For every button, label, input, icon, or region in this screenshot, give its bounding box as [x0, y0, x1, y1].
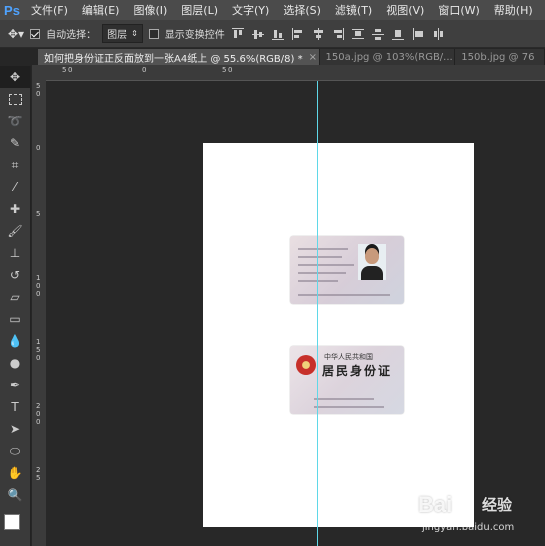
menu-help[interactable]: 帮助(H) [487, 2, 540, 18]
align-bottom-icon[interactable] [271, 27, 285, 41]
align-right-icon[interactable] [331, 27, 345, 41]
tab-150a[interactable]: 150a.jpg @ 103%(RGB/...× [319, 49, 456, 65]
move-tool-icon[interactable]: ✥ [0, 66, 30, 88]
tab-document-a4[interactable]: 如何把身份证正反面放到一张A4纸上 @ 55.6%(RGB/8) * × [38, 49, 320, 65]
color-swatch-icon[interactable] [0, 506, 30, 538]
vertical-guide[interactable] [317, 81, 318, 546]
distribute-hcenter-icon[interactable] [431, 27, 445, 41]
menu-window[interactable]: 窗口(W) [431, 2, 486, 18]
align-hcenter-icon[interactable] [311, 27, 325, 41]
distribute-bottom-icon[interactable] [391, 27, 405, 41]
marquee-tool-icon[interactable] [0, 88, 30, 110]
distribute-top-icon[interactable] [351, 27, 365, 41]
blur-tool-icon[interactable]: 💧 [0, 330, 30, 352]
a4-document[interactable] [203, 143, 474, 527]
align-left-icon[interactable] [291, 27, 305, 41]
show-transform-label: 显示变换控件 [164, 30, 225, 41]
gradient-tool-icon[interactable]: ▭ [0, 308, 30, 330]
show-transform-checkbox[interactable] [148, 28, 159, 39]
menu-type[interactable]: 文字(Y) [225, 2, 276, 18]
tab-150b[interactable]: 150b.jpg @ 76 [455, 49, 545, 65]
pen-tool-icon[interactable]: ✒ [0, 374, 30, 396]
watermark-url: jingyan.baidu.com [422, 522, 515, 533]
document-tabs: 如何把身份证正反面放到一张A4纸上 @ 55.6%(RGB/8) * × 150a… [38, 49, 545, 65]
baidu-watermark: Bai 经验 jingyan.baidu.com [418, 492, 538, 542]
distribute-vcenter-icon[interactable] [371, 27, 385, 41]
id-card-country: 中华人民共和国 [324, 353, 373, 361]
brush-tool-icon[interactable]: 🖌 [0, 220, 30, 242]
eyedropper-tool-icon[interactable]: ⁄ [0, 176, 30, 198]
menu-layer[interactable]: 图层(L) [174, 2, 225, 18]
photoshop-logo: Ps [4, 2, 20, 18]
ruler-top: 5 0 0 5 0 [46, 65, 545, 81]
quick-select-tool-icon[interactable]: ✎ [0, 132, 30, 154]
eraser-tool-icon[interactable]: ▱ [0, 286, 30, 308]
healing-brush-tool-icon[interactable]: ✚ [0, 198, 30, 220]
tools-panel: ✥ ➰ ✎ ⌗ ⁄ ✚ 🖌 ⊥ ↺ ▱ ▭ 💧 ● ✒ T ➤ ⬭ ✋ 🔍 [0, 66, 31, 546]
menu-view[interactable]: 视图(V) [379, 2, 431, 18]
id-card-front[interactable] [290, 236, 404, 304]
national-emblem-icon [296, 355, 316, 375]
id-photo [358, 244, 386, 280]
zoom-tool-icon[interactable]: 🔍 [0, 484, 30, 506]
id-card-title: 居民身份证 [322, 364, 393, 378]
auto-select-checkbox[interactable] [30, 28, 41, 39]
path-select-tool-icon[interactable]: ➤ [0, 418, 30, 440]
hand-tool-icon[interactable]: ✋ [0, 462, 30, 484]
menu-filter[interactable]: 滤镜(T) [328, 2, 379, 18]
clone-stamp-tool-icon[interactable]: ⊥ [0, 242, 30, 264]
ruler-corner [32, 65, 46, 80]
align-top-icon[interactable] [231, 27, 245, 41]
watermark-logo: Bai [418, 492, 453, 517]
history-brush-tool-icon[interactable]: ↺ [0, 264, 30, 286]
id-card-back[interactable]: 中华人民共和国 居民身份证 [290, 346, 404, 414]
auto-select-label: 自动选择： [46, 30, 97, 41]
close-tab-icon[interactable]: × [309, 52, 317, 63]
move-tool-preset-icon[interactable]: ✥▾ [8, 27, 24, 41]
ruler-left: 5 0 0 5 1 0 0 1 5 0 2 0 0 2 5 [32, 80, 47, 546]
crop-tool-icon[interactable]: ⌗ [0, 154, 30, 176]
shape-tool-icon[interactable]: ⬭ [0, 440, 30, 462]
menu-image[interactable]: 图像(I) [126, 2, 174, 18]
menu-file[interactable]: 文件(F) [24, 2, 75, 18]
align-vcenter-icon[interactable] [251, 27, 265, 41]
options-bar: ✥▾ 自动选择： 图层 ⇕ 显示变换控件 [0, 20, 545, 48]
dodge-tool-icon[interactable]: ● [0, 352, 30, 374]
layer-group-select[interactable]: 图层 ⇕ [102, 24, 143, 43]
menu-edit[interactable]: 编辑(E) [75, 2, 127, 18]
distribute-left-icon[interactable] [411, 27, 425, 41]
lasso-tool-icon[interactable]: ➰ [0, 110, 30, 132]
menu-bar: Ps 文件(F) 编辑(E) 图像(I) 图层(L) 文字(Y) 选择(S) 滤… [0, 0, 545, 20]
type-tool-icon[interactable]: T [0, 396, 30, 418]
watermark-text: 经验 [482, 496, 513, 514]
menu-select[interactable]: 选择(S) [276, 2, 328, 18]
